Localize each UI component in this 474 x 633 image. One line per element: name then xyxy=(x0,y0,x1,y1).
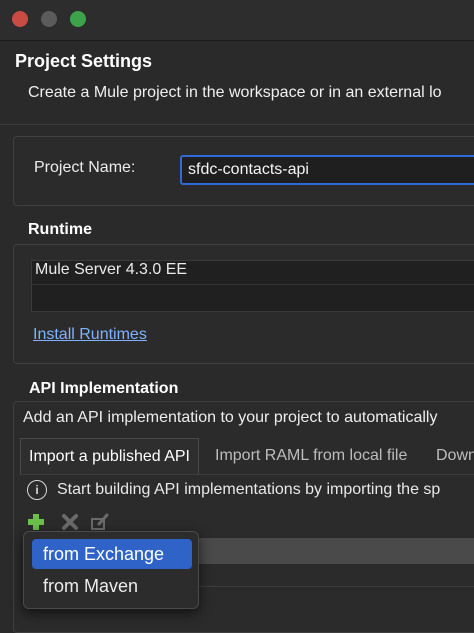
api-section-title: API Implementation xyxy=(29,380,179,397)
tab-import-raml-local[interactable]: Import RAML from local file xyxy=(207,438,415,474)
project-name-label: Project Name: xyxy=(34,159,136,176)
project-name-input[interactable] xyxy=(180,155,474,185)
info-icon: i xyxy=(27,480,47,500)
tab-import-published-api[interactable]: Import a published API xyxy=(20,438,199,474)
tab-download[interactable]: Down xyxy=(428,438,474,474)
menu-item-from-maven[interactable]: from Maven xyxy=(32,571,192,601)
runtime-row-divider xyxy=(31,284,474,285)
menu-item-from-exchange[interactable]: from Exchange xyxy=(32,539,192,569)
api-description: Add an API implementation to your projec… xyxy=(23,409,438,426)
minimize-window-button[interactable] xyxy=(41,11,57,27)
close-window-button[interactable] xyxy=(12,11,28,27)
runtime-list-item[interactable]: Mule Server 4.3.0 EE xyxy=(35,261,187,279)
edit-icon[interactable] xyxy=(90,512,110,532)
page-description: Create a Mule project in the workspace o… xyxy=(28,84,442,101)
page-title: Project Settings xyxy=(15,51,153,71)
install-runtimes-link[interactable]: Install Runtimes xyxy=(33,326,147,344)
header-divider xyxy=(0,124,474,125)
remove-icon[interactable] xyxy=(60,512,80,532)
runtime-section-title: Runtime xyxy=(28,221,92,238)
info-text: Start building API implementations by im… xyxy=(57,481,441,498)
zoom-window-button[interactable] xyxy=(70,11,86,27)
add-icon[interactable] xyxy=(26,512,46,532)
